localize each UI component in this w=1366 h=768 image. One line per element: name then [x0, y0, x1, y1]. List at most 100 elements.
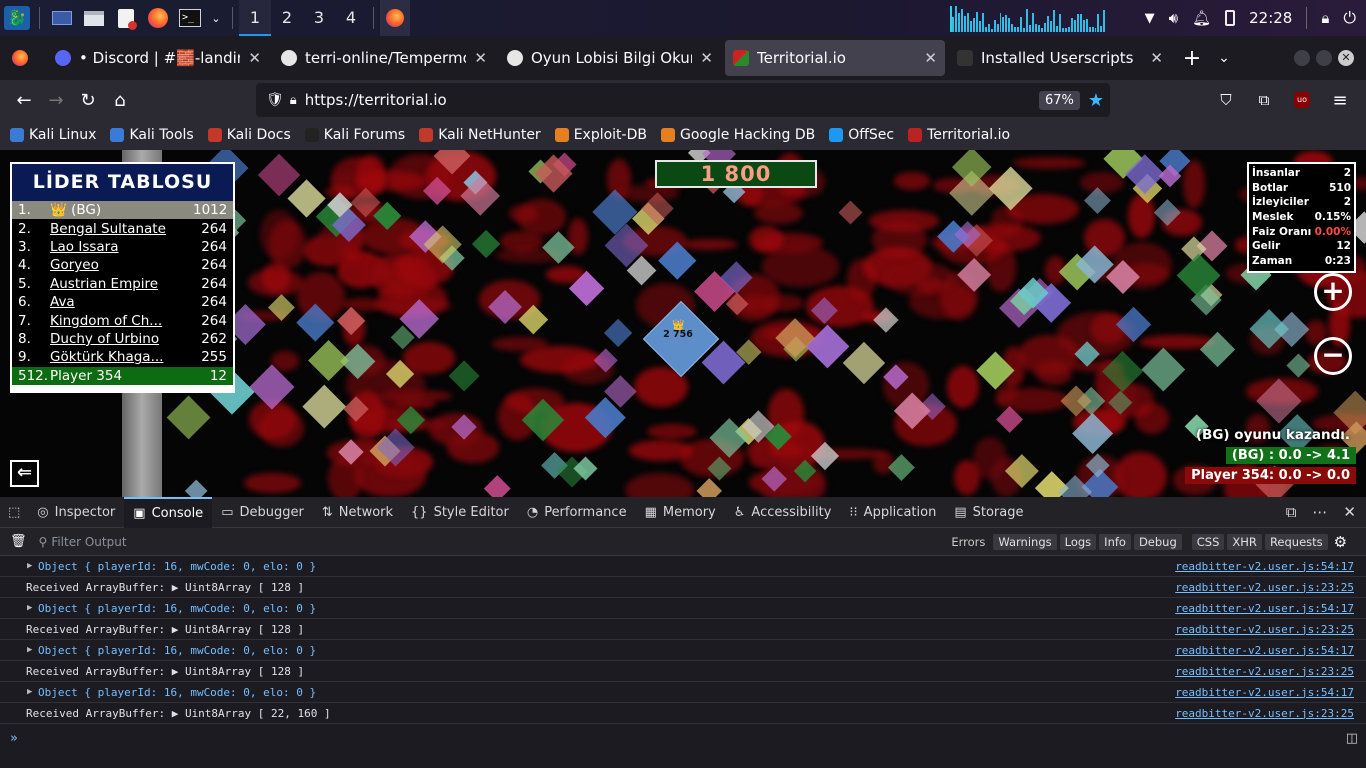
new-tab-button[interactable]: +: [1175, 40, 1209, 76]
console-log-row[interactable]: ▶ Object { playerId: 16, mwCode: 0, elo: …: [0, 682, 1366, 703]
tab-memory[interactable]: ▦ Memory: [636, 497, 725, 528]
workspace-3[interactable]: 3: [303, 0, 335, 36]
expand-icon[interactable]: ▶: [27, 645, 32, 655]
extensions-icon[interactable]: ⧉: [1248, 84, 1280, 116]
bookmark-offsec[interactable]: OffSec: [829, 127, 894, 143]
logs-filter-button[interactable]: Logs: [1059, 533, 1097, 550]
bookmark-kali-linux[interactable]: Kali Linux: [10, 127, 96, 143]
console-source-link[interactable]: readbitter-v2.user.js:54:17: [1175, 602, 1354, 615]
zoom-out-button[interactable]: −: [1314, 337, 1352, 375]
console-source-link[interactable]: readbitter-v2.user.js:23:25: [1175, 623, 1354, 636]
console-log-row[interactable]: Received ArrayBuffer: ▶ Uint8Array [ 22,…: [0, 703, 1366, 724]
tab-chatgpt[interactable]: Oyun Lobisi Bilgi Okuma ✕: [499, 40, 721, 76]
console-source-link[interactable]: readbitter-v2.user.js:54:17: [1175, 686, 1354, 699]
leaderboard-name[interactable]: Austrian Empire: [50, 276, 193, 292]
close-icon[interactable]: ✕: [700, 49, 713, 67]
battery-icon[interactable]: [1225, 10, 1236, 26]
chevron-down-icon[interactable]: ⌄: [209, 6, 223, 30]
console-log-row[interactable]: ▶ Object { playerId: 16, mwCode: 0, elo: …: [0, 598, 1366, 619]
shield-icon[interactable]: 🛡︎: [266, 92, 284, 108]
errors-filter-button[interactable]: Errors: [951, 535, 985, 549]
zoom-level[interactable]: 67%: [1038, 90, 1080, 110]
leaderboard-row[interactable]: 9. Göktürk Khaga... 255: [12, 348, 233, 367]
leaderboard-name[interactable]: Kingdom of Ch...: [50, 313, 193, 329]
pocket-icon[interactable]: ⛉: [1210, 84, 1242, 116]
sidebar-toggle-icon[interactable]: ◫: [1346, 731, 1358, 746]
url-bar[interactable]: 🛡︎ 🔒︎ https://territorial.io 67% ★: [256, 83, 1110, 117]
tab-performance[interactable]: ◔ Performance: [518, 497, 636, 528]
volume-icon[interactable]: 🔊︎: [1169, 9, 1178, 27]
leaderboard-row[interactable]: 6. Ava 264: [12, 292, 233, 312]
console-log-row[interactable]: ▶ Object { playerId: 16, mwCode: 0, elo: …: [0, 556, 1366, 577]
text-editor-icon[interactable]: [113, 6, 139, 30]
workspace-4[interactable]: 4: [335, 0, 367, 36]
app-menu-icon[interactable]: ≡: [1324, 84, 1356, 116]
tab-userscripts[interactable]: Installed Userscripts ✕: [949, 40, 1171, 76]
tab-inspector[interactable]: ◎ Inspector: [28, 497, 124, 528]
tab-console[interactable]: ▣ Console: [124, 496, 213, 528]
console-input[interactable]: » ◫: [0, 724, 1366, 752]
firefox-icon[interactable]: [145, 6, 171, 30]
leaderboard-name[interactable]: Duchy of Urbino: [50, 331, 193, 347]
console-source-link[interactable]: readbitter-v2.user.js:54:17: [1175, 560, 1354, 573]
maximize-button[interactable]: [1316, 50, 1332, 66]
firefox-window-icon[interactable]: [380, 0, 410, 36]
leaderboard-name[interactable]: Bengal Sultanate: [50, 221, 193, 237]
ublock-icon[interactable]: uo: [1286, 84, 1318, 116]
bookmark-star-icon[interactable]: ★: [1088, 90, 1104, 111]
leaderboard-row[interactable]: 8. Duchy of Urbino 262: [12, 329, 233, 349]
tab-discord[interactable]: • Discord | #🧱-landing-zc ✕: [47, 40, 269, 76]
workspace-1[interactable]: 1: [239, 0, 271, 36]
leaderboard-name[interactable]: Ava: [50, 294, 193, 310]
leaderboard-row[interactable]: 7. Kingdom of Ch... 264: [12, 311, 233, 330]
info-filter-button[interactable]: Info: [1099, 533, 1131, 550]
leaderboard-name[interactable]: 👑 (BG): [50, 202, 193, 218]
bookmark-territorial[interactable]: Territorial.io: [908, 127, 1010, 143]
debug-filter-button[interactable]: Debug: [1133, 533, 1182, 550]
console-source-link[interactable]: readbitter-v2.user.js:23:25: [1175, 707, 1354, 720]
tab-storage[interactable]: ▤ Storage: [945, 497, 1032, 528]
console-log-row[interactable]: ▶ Object { playerId: 16, mwCode: 0, elo: …: [0, 640, 1366, 661]
console-log-row[interactable]: Received ArrayBuffer: ▶ Uint8Array [ 128…: [0, 577, 1366, 598]
lock-icon[interactable]: 🔒︎: [1321, 9, 1329, 27]
wifi-icon[interactable]: ▼: [1145, 11, 1155, 26]
filter-output-input[interactable]: Filter Output: [51, 535, 951, 549]
leaderboard-name[interactable]: Player 354: [50, 368, 193, 384]
console-source-link[interactable]: readbitter-v2.user.js:23:25: [1175, 665, 1354, 678]
leaderboard-row[interactable]: 1. 👑 (BG) 1012: [12, 201, 233, 220]
forward-button[interactable]: →: [40, 84, 72, 116]
close-window-button[interactable]: ✕: [1338, 50, 1354, 66]
kali-menu-icon[interactable]: 🐉: [4, 6, 30, 30]
warnings-filter-button[interactable]: Warnings: [993, 533, 1057, 550]
home-button[interactable]: ⌂: [104, 84, 136, 116]
leaderboard-name[interactable]: Lao Issara: [50, 239, 193, 255]
console-source-link[interactable]: readbitter-v2.user.js:23:25: [1175, 581, 1354, 594]
minimize-button[interactable]: [1294, 50, 1310, 66]
trash-icon[interactable]: 🗑︎: [10, 534, 27, 549]
show-desktop-icon[interactable]: [49, 6, 75, 30]
css-filter-button[interactable]: CSS: [1191, 533, 1225, 550]
console-log-row[interactable]: Received ArrayBuffer: ▶ Uint8Array [ 128…: [0, 661, 1366, 682]
bookmark-exploit-db[interactable]: Exploit-DB: [554, 127, 647, 143]
bookmark-kali-nethunter[interactable]: Kali NetHunter: [419, 127, 541, 143]
console-log-row[interactable]: Received ArrayBuffer: ▶ Uint8Array [ 128…: [0, 619, 1366, 640]
url-text[interactable]: https://territorial.io: [305, 91, 1039, 109]
firefox-view-button[interactable]: [0, 40, 40, 76]
clock[interactable]: 22:28: [1249, 9, 1292, 27]
close-icon[interactable]: ✕: [474, 49, 487, 67]
close-icon[interactable]: ✕: [248, 49, 261, 67]
power-icon[interactable]: ⏻: [1343, 8, 1356, 28]
leaderboard-row[interactable]: 2. Bengal Sultanate 264: [12, 219, 233, 238]
file-manager-icon[interactable]: [81, 6, 107, 30]
tab-application[interactable]: ⁝⁝ Application: [840, 497, 945, 528]
expand-icon[interactable]: ▶: [27, 687, 32, 697]
xhr-filter-button[interactable]: XHR: [1227, 533, 1262, 550]
game-canvas[interactable]: LİDER TABLOSU 1. 👑 (BG) 1012 2. Bengal Sulta…: [0, 150, 1366, 497]
tab-github[interactable]: terri-online/Tempermonk ✕: [273, 40, 495, 76]
bookmark-kali-forums[interactable]: Kali Forums: [304, 127, 405, 143]
leaderboard-row-self[interactable]: 512. Player 354 12: [12, 366, 233, 385]
list-all-tabs-button[interactable]: ⌄: [1209, 40, 1239, 76]
bookmark-kali-docs[interactable]: Kali Docs: [207, 127, 291, 143]
notification-bell-icon[interactable]: 🔔︎: [1192, 9, 1211, 27]
leaderboard-row[interactable]: 5. Austrian Empire 264: [12, 274, 233, 293]
